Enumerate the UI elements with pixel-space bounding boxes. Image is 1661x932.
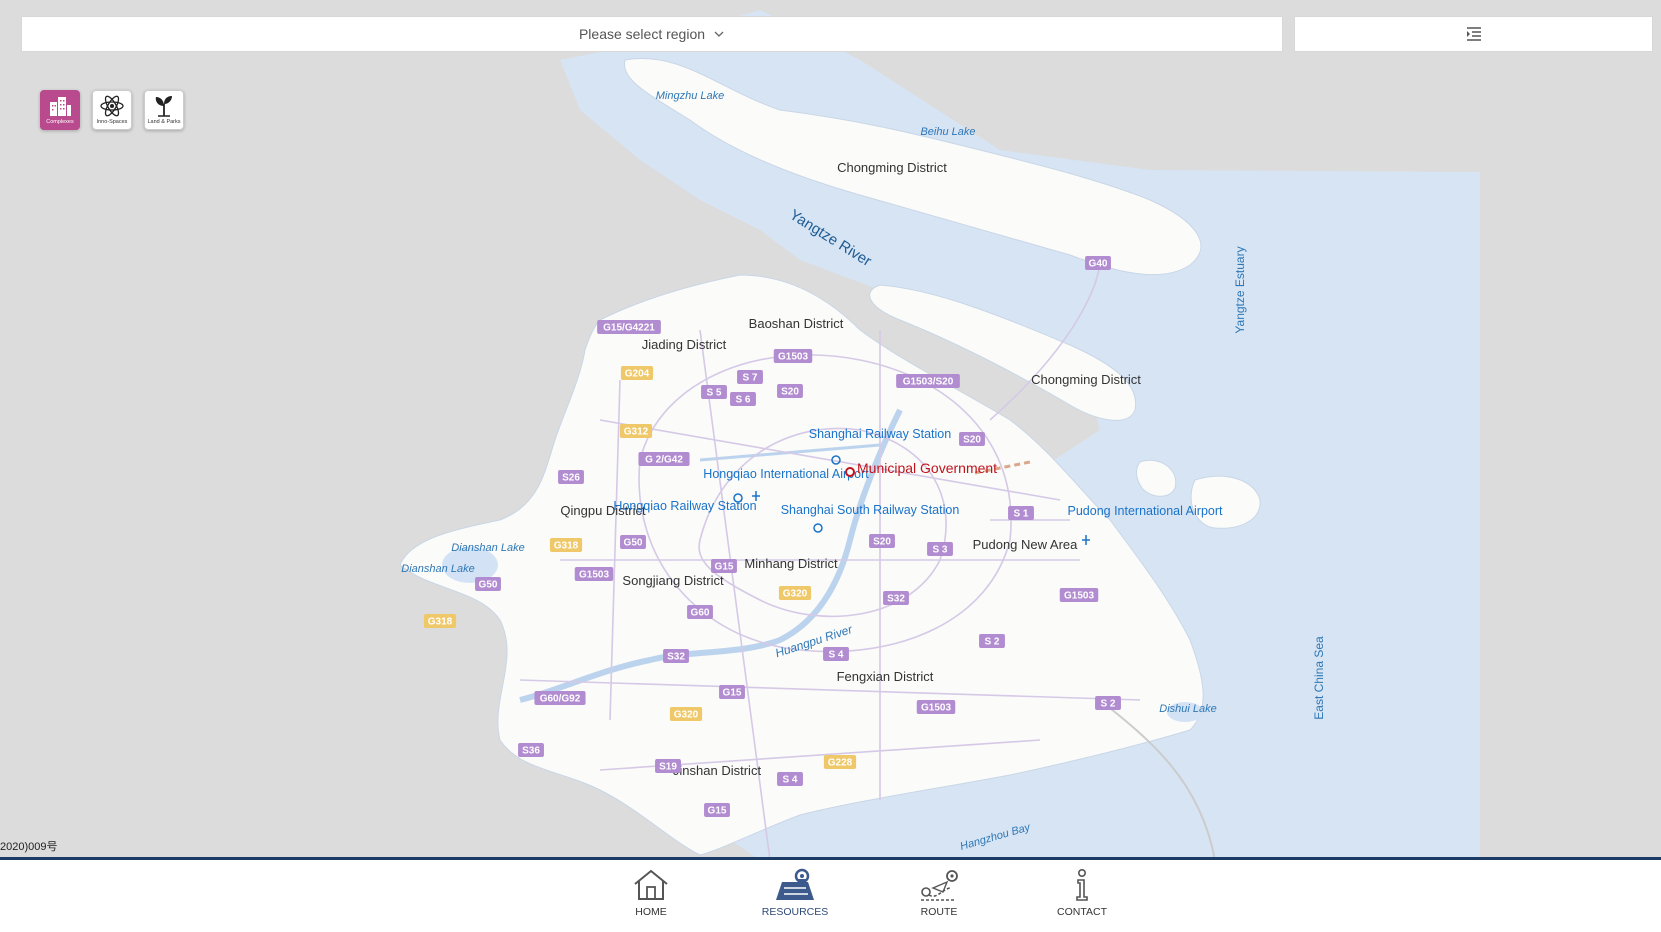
- nav-home[interactable]: HOME: [606, 868, 696, 928]
- road-badge-label: S 5: [706, 388, 721, 399]
- road-badge-label: G15: [708, 806, 727, 817]
- road-badge-label: G40: [1089, 259, 1108, 270]
- road-badge-label: S19: [659, 762, 677, 773]
- chevron-down-icon: [714, 31, 724, 37]
- nav-contact[interactable]: CONTACT: [1037, 868, 1127, 928]
- road-badge-label: G318: [554, 541, 579, 552]
- road-badge-label: S 2: [1100, 699, 1115, 710]
- road-badge-label: S20: [873, 537, 891, 548]
- nav-resources[interactable]: RESOURCES: [750, 868, 840, 928]
- water-label-yangtze-estuary: Yangtze Estuary: [1233, 246, 1247, 333]
- poi-municipal-gov: Municipal Government: [857, 460, 997, 476]
- map-canvas[interactable]: Mingzhu Lake Beihu Lake Dianshan Lake Di…: [0, 0, 1661, 860]
- road-badge-label: G320: [783, 589, 808, 600]
- road-badge-label: G60/G92: [540, 694, 581, 705]
- district-jiading: Jiading District: [642, 337, 727, 352]
- road-badge-label: G1503: [921, 703, 951, 714]
- road-badge-label: G228: [828, 758, 853, 769]
- road-badge-label: S32: [667, 652, 685, 663]
- category-label: Land & Parks: [147, 119, 181, 125]
- road-badge-label: G50: [624, 538, 643, 549]
- road-badge-label: G50: [479, 580, 498, 591]
- district-minhang: Minhang District: [744, 556, 838, 571]
- map-resources-icon: [776, 868, 814, 900]
- route-icon: [921, 870, 958, 901]
- category-complexes-button[interactable]: Complexes: [40, 90, 80, 130]
- district-pudong: Pudong New Area: [973, 537, 1079, 552]
- water-label-mingzhu: Mingzhu Lake: [656, 90, 725, 102]
- road-badge-label: G 2/G42: [645, 455, 683, 466]
- district-jinshan: Jinshan District: [673, 763, 762, 778]
- poi-hongqiao-airport: Hongqiao International Airport: [703, 467, 869, 481]
- water-label-east-china-sea: East China Sea: [1312, 636, 1326, 720]
- road-badge-label: G15/G4221: [603, 323, 655, 334]
- nav-label: ROUTE: [920, 906, 958, 918]
- road-badge-label: G1503/S20: [903, 377, 954, 388]
- category-inno-spaces-button[interactable]: Inno-Spaces: [92, 90, 132, 130]
- district-chongming-south: Chongming District: [1031, 372, 1141, 387]
- road-badge-label: G15: [715, 562, 734, 573]
- road-badge-label: G1503: [1064, 591, 1094, 602]
- atom-icon: [100, 95, 124, 117]
- category-filter: Complexes Inno-Spaces Land & Parks: [40, 90, 184, 130]
- nav-label: CONTACT: [1057, 906, 1107, 918]
- road-badge-label: S36: [522, 746, 540, 757]
- district-baoshan: Baoshan District: [749, 316, 844, 331]
- road-badge-label: S20: [963, 435, 981, 446]
- buildings-icon: [50, 97, 71, 116]
- bottom-nav: HOME RESOURCES ROUTE CONTACT: [0, 857, 1661, 932]
- nav-label: HOME: [635, 906, 667, 918]
- road-badge-label: S32: [887, 594, 905, 605]
- poi-pudong-airport: Pudong International Airport: [1068, 504, 1223, 518]
- road-badge-label: S 6: [735, 395, 750, 406]
- road-badge-label: S 2: [984, 637, 999, 648]
- info-icon: [1076, 868, 1088, 901]
- road-badge-label: S 3: [932, 545, 947, 556]
- road-badge-label: G1503: [579, 570, 609, 581]
- district-chongming-north: Chongming District: [837, 160, 947, 175]
- road-badge-label: S 7: [742, 373, 757, 384]
- road-badge-label: S26: [562, 473, 580, 484]
- road-badge-label: G15: [723, 688, 742, 699]
- road-badge-label: S 1: [1013, 509, 1028, 520]
- nav-label: RESOURCES: [761, 906, 829, 918]
- municipal-gov-marker: [845, 467, 855, 477]
- category-label: Inno-Spaces: [96, 119, 128, 125]
- road-badge-label: S20: [781, 387, 799, 398]
- water-label-beihu: Beihu Lake: [920, 126, 975, 138]
- road-badge-label: S 4: [828, 650, 843, 661]
- district-fengxian: Fengxian District: [837, 669, 934, 684]
- sprout-icon: [155, 96, 172, 117]
- road-badge-label: G1503: [778, 352, 808, 363]
- water-label-dishui: Dishui Lake: [1159, 703, 1216, 715]
- water-label-dianshan-2: Dianshan Lake: [401, 563, 474, 575]
- district-songjiang: Songjiang District: [622, 573, 724, 588]
- road-badge-label: S 4: [782, 775, 797, 786]
- region-select[interactable]: Please select region: [21, 16, 1283, 52]
- map-copyright: 2020)009号: [0, 841, 58, 853]
- nav-route[interactable]: ROUTE: [894, 868, 984, 928]
- poi-shanghai-south-rail: Shanghai South Railway Station: [781, 503, 960, 517]
- road-badge-label: G60: [691, 608, 710, 619]
- poi-shanghai-rail: Shanghai Railway Station: [809, 427, 951, 441]
- category-label: Complexes: [46, 119, 74, 125]
- road-badge-label: G320: [674, 710, 699, 721]
- region-select-label: Please select region: [578, 26, 706, 42]
- road-badge-label: G204: [625, 369, 650, 380]
- road-badge-label: G312: [624, 427, 649, 438]
- menu-button[interactable]: [1294, 16, 1653, 52]
- water-label-dianshan-1: Dianshan Lake: [451, 542, 524, 554]
- category-land-parks-button[interactable]: Land & Parks: [144, 90, 184, 130]
- list-indent-icon: [1466, 27, 1481, 41]
- road-badge-label: G318: [428, 617, 453, 628]
- home-icon: [634, 869, 668, 900]
